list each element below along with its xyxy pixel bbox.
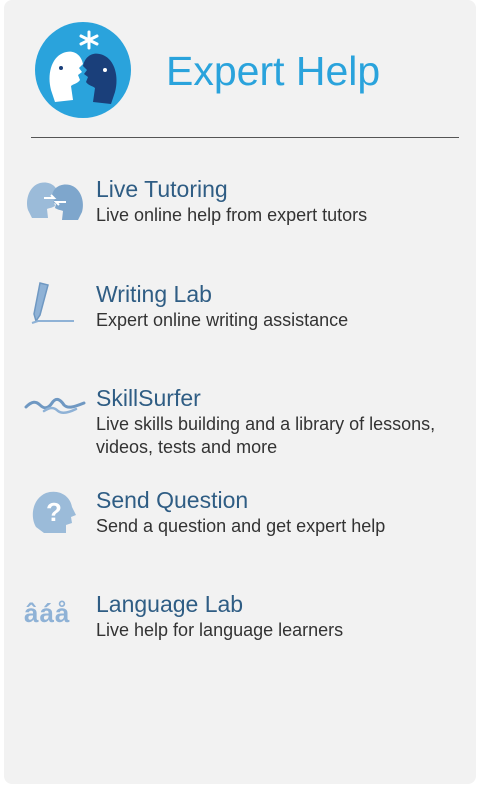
expert-help-panel: Expert Help Live Tutoring Live online he… (4, 0, 476, 784)
pen-icon (31, 282, 74, 324)
accented-letters-icon: âáå (24, 598, 71, 628)
item-title[interactable]: SkillSurfer (96, 385, 201, 411)
item-description: Send a question and get expert help (96, 516, 386, 536)
menu-item-writing-lab[interactable]: Writing Lab Expert online writing assist… (24, 281, 464, 351)
item-title[interactable]: Live Tutoring (96, 176, 228, 202)
header-divider (31, 137, 459, 138)
menu-item-send-question[interactable]: ? Send Question Send a question and get … (24, 487, 464, 557)
wave-icon (24, 397, 86, 414)
tutoring-heads-icon (27, 182, 83, 220)
menu-item-live-tutoring[interactable]: Live Tutoring Live online help from expe… (24, 176, 464, 246)
item-description: Live skills building and a library of le… (96, 414, 436, 457)
item-title[interactable]: Writing Lab (96, 281, 212, 307)
header: Expert Help (33, 20, 463, 120)
item-description: Live online help from expert tutors (96, 205, 368, 225)
item-title[interactable]: Send Question (96, 487, 248, 513)
svg-text:?: ? (46, 497, 62, 527)
expert-help-logo-icon (35, 22, 131, 118)
item-description: Expert online writing assistance (96, 310, 349, 330)
menu-item-skillsurfer[interactable]: SkillSurfer Live skills building and a l… (24, 385, 464, 457)
question-head-icon: ? (32, 491, 76, 533)
menu-item-language-lab[interactable]: âáå Language Lab Live help for language … (24, 591, 464, 661)
item-description: Live help for language learners (96, 620, 344, 640)
item-title[interactable]: Language Lab (96, 591, 243, 617)
page-title: Expert Help (166, 48, 381, 94)
